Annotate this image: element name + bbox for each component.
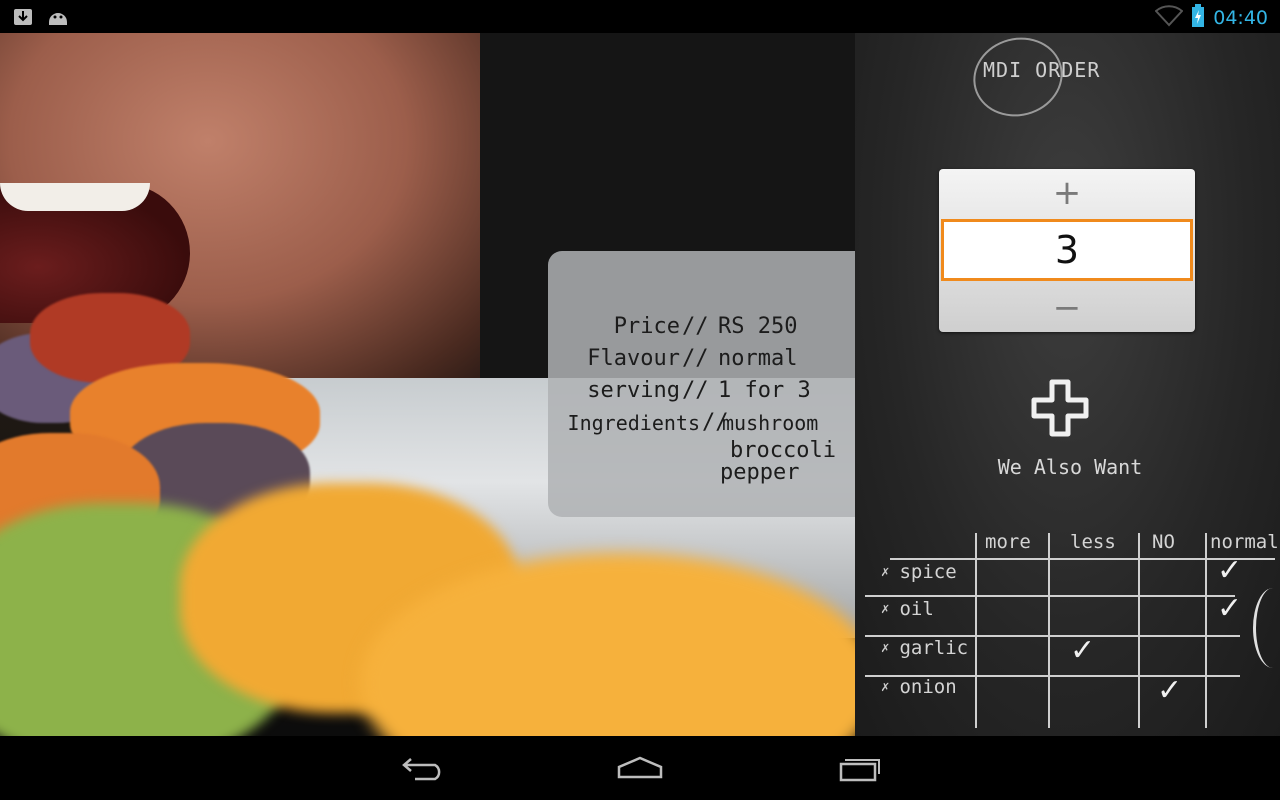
battery-charging-icon (1191, 4, 1205, 32)
info-row-price: Price // RS 250 (613, 314, 798, 339)
status-bar: 04:40 (0, 0, 1280, 33)
row-onion: ✗ onion (881, 676, 957, 698)
col-no: NO (1152, 531, 1175, 553)
info-row-flavour: Flavour // normal (587, 346, 798, 371)
clock: 04:40 (1213, 7, 1268, 29)
android-icon (46, 6, 68, 26)
preference-table: more less NO normal ✗ spice ✗ oil ✗ garl… (855, 523, 1280, 738)
add-extra-icon[interactable] (1030, 378, 1090, 438)
also-want-label: We Also Want (997, 455, 1143, 479)
order-panel: MDI ORDER + 3 − We Also Want more less N… (855, 27, 1280, 738)
recents-icon[interactable] (828, 750, 888, 786)
col-more: more (985, 531, 1031, 553)
check-spice-normal[interactable]: ✓ (1217, 553, 1242, 588)
col-normal: normal (1210, 531, 1279, 553)
check-garlic-less[interactable]: ✓ (1070, 633, 1095, 668)
col-less: less (1070, 531, 1116, 553)
check-oil-normal[interactable]: ✓ (1217, 591, 1242, 626)
row-spice: ✗ spice (881, 561, 957, 583)
info-row-serving: serving // 1 for 3 (587, 378, 811, 403)
wifi-icon (1154, 5, 1184, 31)
download-icon (12, 6, 34, 26)
increment-button[interactable]: + (939, 169, 1195, 217)
info-row-ingredients: Ingredients // mushroom (567, 410, 819, 435)
decrement-button[interactable]: − (939, 284, 1195, 332)
quantity-stepper[interactable]: + 3 − (939, 169, 1195, 332)
row-garlic: ✗ garlic (881, 637, 969, 659)
order-tag: MDI ORDER (983, 58, 1101, 82)
home-icon[interactable] (610, 750, 670, 786)
row-oil: ✗ oil (881, 598, 934, 620)
navigation-bar (0, 736, 1280, 800)
ingredient-pepper: pepper (720, 460, 800, 485)
check-onion-no[interactable]: ✓ (1157, 673, 1182, 708)
item-info-card: Price // RS 250 Flavour // normal servin… (548, 251, 855, 517)
quantity-value[interactable]: 3 (941, 219, 1193, 281)
back-icon[interactable] (394, 750, 454, 786)
